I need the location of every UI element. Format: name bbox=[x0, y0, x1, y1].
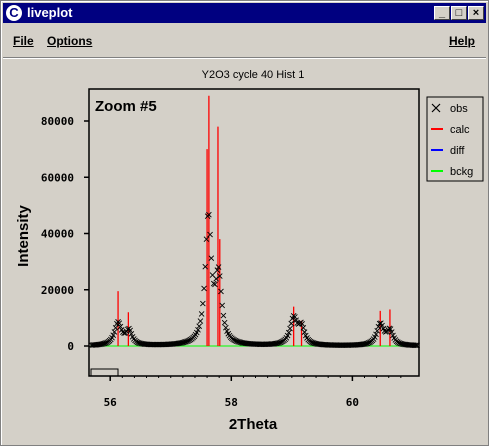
legend-diff-label: diff bbox=[450, 145, 465, 157]
legend-calc-label: calc bbox=[450, 124, 470, 136]
x-tick-label: 58 bbox=[225, 396, 238, 409]
plot-canvas[interactable]: Y2O3 cycle 40 Hist 1 Zoom #5 Intensity 2… bbox=[0, 0, 489, 446]
y-tick-label: 60000 bbox=[41, 171, 74, 184]
y-axis-label: Intensity bbox=[15, 205, 32, 267]
legend-bckg-label: bckg bbox=[450, 166, 473, 178]
y-tick-label: 20000 bbox=[41, 284, 74, 297]
y-tick-label: 40000 bbox=[41, 228, 74, 241]
legend: obs calc diff bckg bbox=[426, 96, 484, 182]
zoom-annotation: Zoom #5 bbox=[95, 98, 157, 115]
chart-title: Y2O3 cycle 40 Hist 1 bbox=[202, 69, 305, 81]
x-tick-label: 56 bbox=[104, 396, 118, 409]
y-tick-label: 0 bbox=[67, 340, 74, 353]
x-axis-label: 2Theta bbox=[229, 416, 278, 433]
legend-obs-label: obs bbox=[450, 103, 468, 115]
x-tick-label: 60 bbox=[346, 396, 359, 409]
y-tick-label: 80000 bbox=[41, 115, 74, 128]
plot-frame[interactable] bbox=[88, 88, 420, 377]
